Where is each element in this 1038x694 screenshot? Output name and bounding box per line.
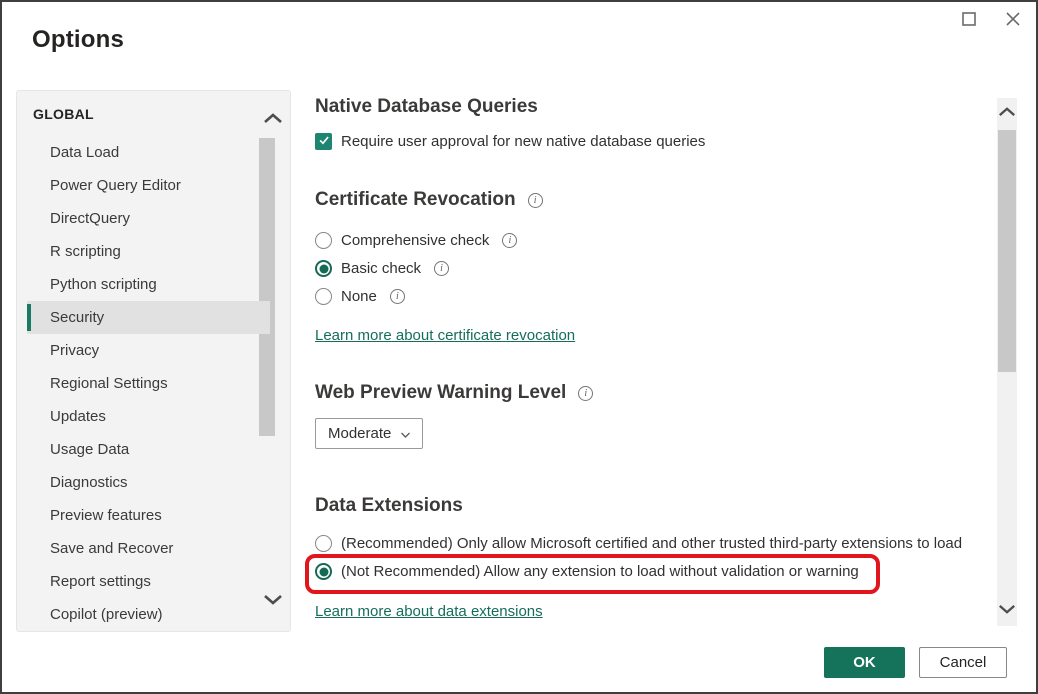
content-scroll-down-button[interactable] [997, 602, 1017, 620]
sidebar-item-copilot-preview[interactable]: Copilot (preview) [27, 598, 270, 631]
sidebar-item-python-scripting[interactable]: Python scripting [27, 268, 270, 301]
sidebar-item-report-settings[interactable]: Report settings [27, 565, 270, 598]
sidebar-item-privacy[interactable]: Privacy [27, 334, 270, 367]
web-preview-warning-level-dropdown[interactable]: Moderate [315, 418, 423, 449]
page-title: Options [32, 26, 124, 54]
comprehensive-check-radio[interactable] [315, 232, 332, 249]
settings-content: Native Database Queries Require user app… [315, 90, 987, 632]
content-scroll-up-button[interactable] [997, 104, 1017, 122]
data-extensions-heading-text: Data Extensions [315, 495, 463, 517]
basic-check-info-icon[interactable]: i [434, 261, 449, 276]
web-preview-warning-level-heading-text: Web Preview Warning Level [315, 382, 566, 404]
not-recommended-extensions-radio-row[interactable]: (Not Recommended) Allow any extension to… [315, 563, 859, 580]
content-scrollbar [997, 98, 1017, 626]
cancel-button[interactable]: Cancel [919, 647, 1007, 678]
sidebar-item-security[interactable]: Security [27, 301, 270, 334]
recommended-extensions-radio[interactable] [315, 535, 332, 552]
sidebar-item-data-load[interactable]: Data Load [27, 136, 270, 169]
comprehensive-check-info-icon[interactable]: i [502, 233, 517, 248]
require-approval-checkbox[interactable] [315, 133, 332, 150]
sidebar-nav-list: Data Load Power Query Editor DirectQuery… [17, 136, 270, 631]
certificate-revocation-heading: Certificate Revocation i [315, 189, 543, 211]
none-info-icon[interactable]: i [390, 289, 405, 304]
basic-check-radio-row[interactable]: Basic check i [315, 260, 449, 277]
native-database-queries-heading: Native Database Queries [315, 96, 538, 118]
sidebar-item-regional-settings[interactable]: Regional Settings [27, 367, 270, 400]
recommended-extensions-radio-row[interactable]: (Recommended) Only allow Microsoft certi… [315, 535, 962, 552]
close-icon [1005, 11, 1021, 30]
comprehensive-check-radio-row[interactable]: Comprehensive check i [315, 232, 517, 249]
none-radio-row[interactable]: None i [315, 288, 405, 305]
native-database-queries-heading-text: Native Database Queries [315, 96, 538, 118]
dropdown-caret-icon [401, 425, 410, 442]
sidebar-item-r-scripting[interactable]: R scripting [27, 235, 270, 268]
comprehensive-check-label: Comprehensive check [341, 232, 489, 249]
learn-more-certificate-revocation-link[interactable]: Learn more about certificate revocation [315, 327, 575, 344]
require-approval-checkbox-row[interactable]: Require user approval for new native dat… [315, 133, 705, 150]
maximize-icon [962, 12, 976, 29]
sidebar-item-usage-data[interactable]: Usage Data [27, 433, 270, 466]
window-controls [954, 7, 1028, 33]
chevron-up-icon [263, 111, 283, 128]
sidebar-item-preview-features[interactable]: Preview features [27, 499, 270, 532]
none-radio[interactable] [315, 288, 332, 305]
require-approval-label: Require user approval for new native dat… [341, 133, 705, 150]
basic-check-label: Basic check [341, 260, 421, 277]
chevron-down-icon [998, 602, 1016, 619]
dropdown-value: Moderate [328, 425, 391, 442]
web-preview-warning-level-info-icon[interactable]: i [578, 386, 593, 401]
chevron-up-icon [998, 104, 1016, 121]
none-label: None [341, 288, 377, 305]
sidebar-item-diagnostics[interactable]: Diagnostics [27, 466, 270, 499]
sidebar-section-label: GLOBAL [33, 106, 94, 122]
web-preview-warning-level-heading: Web Preview Warning Level i [315, 382, 593, 404]
sidebar-item-power-query-editor[interactable]: Power Query Editor [27, 169, 270, 202]
close-button[interactable] [998, 7, 1028, 33]
sidebar-item-updates[interactable]: Updates [27, 400, 270, 433]
options-dialog: Options GLOBAL Data Load Po [0, 0, 1038, 694]
sidebar-item-directquery[interactable]: DirectQuery [27, 202, 270, 235]
ok-button[interactable]: OK [824, 647, 905, 678]
sidebar-item-save-and-recover[interactable]: Save and Recover [27, 532, 270, 565]
sidebar: GLOBAL Data Load Power Query Editor Dire… [16, 90, 291, 632]
sidebar-scroll-up-button[interactable] [255, 111, 291, 131]
data-extensions-heading: Data Extensions [315, 495, 463, 517]
certificate-revocation-info-icon[interactable]: i [528, 193, 543, 208]
content-scrollbar-thumb[interactable] [998, 130, 1016, 372]
learn-more-data-extensions-link[interactable]: Learn more about data extensions [315, 603, 543, 620]
certificate-revocation-heading-text: Certificate Revocation [315, 189, 516, 211]
check-icon [318, 133, 330, 150]
not-recommended-extensions-label: (Not Recommended) Allow any extension to… [341, 563, 859, 580]
not-recommended-extensions-radio[interactable] [315, 563, 332, 580]
recommended-extensions-label: (Recommended) Only allow Microsoft certi… [341, 535, 962, 552]
maximize-button[interactable] [954, 7, 984, 33]
basic-check-radio[interactable] [315, 260, 332, 277]
